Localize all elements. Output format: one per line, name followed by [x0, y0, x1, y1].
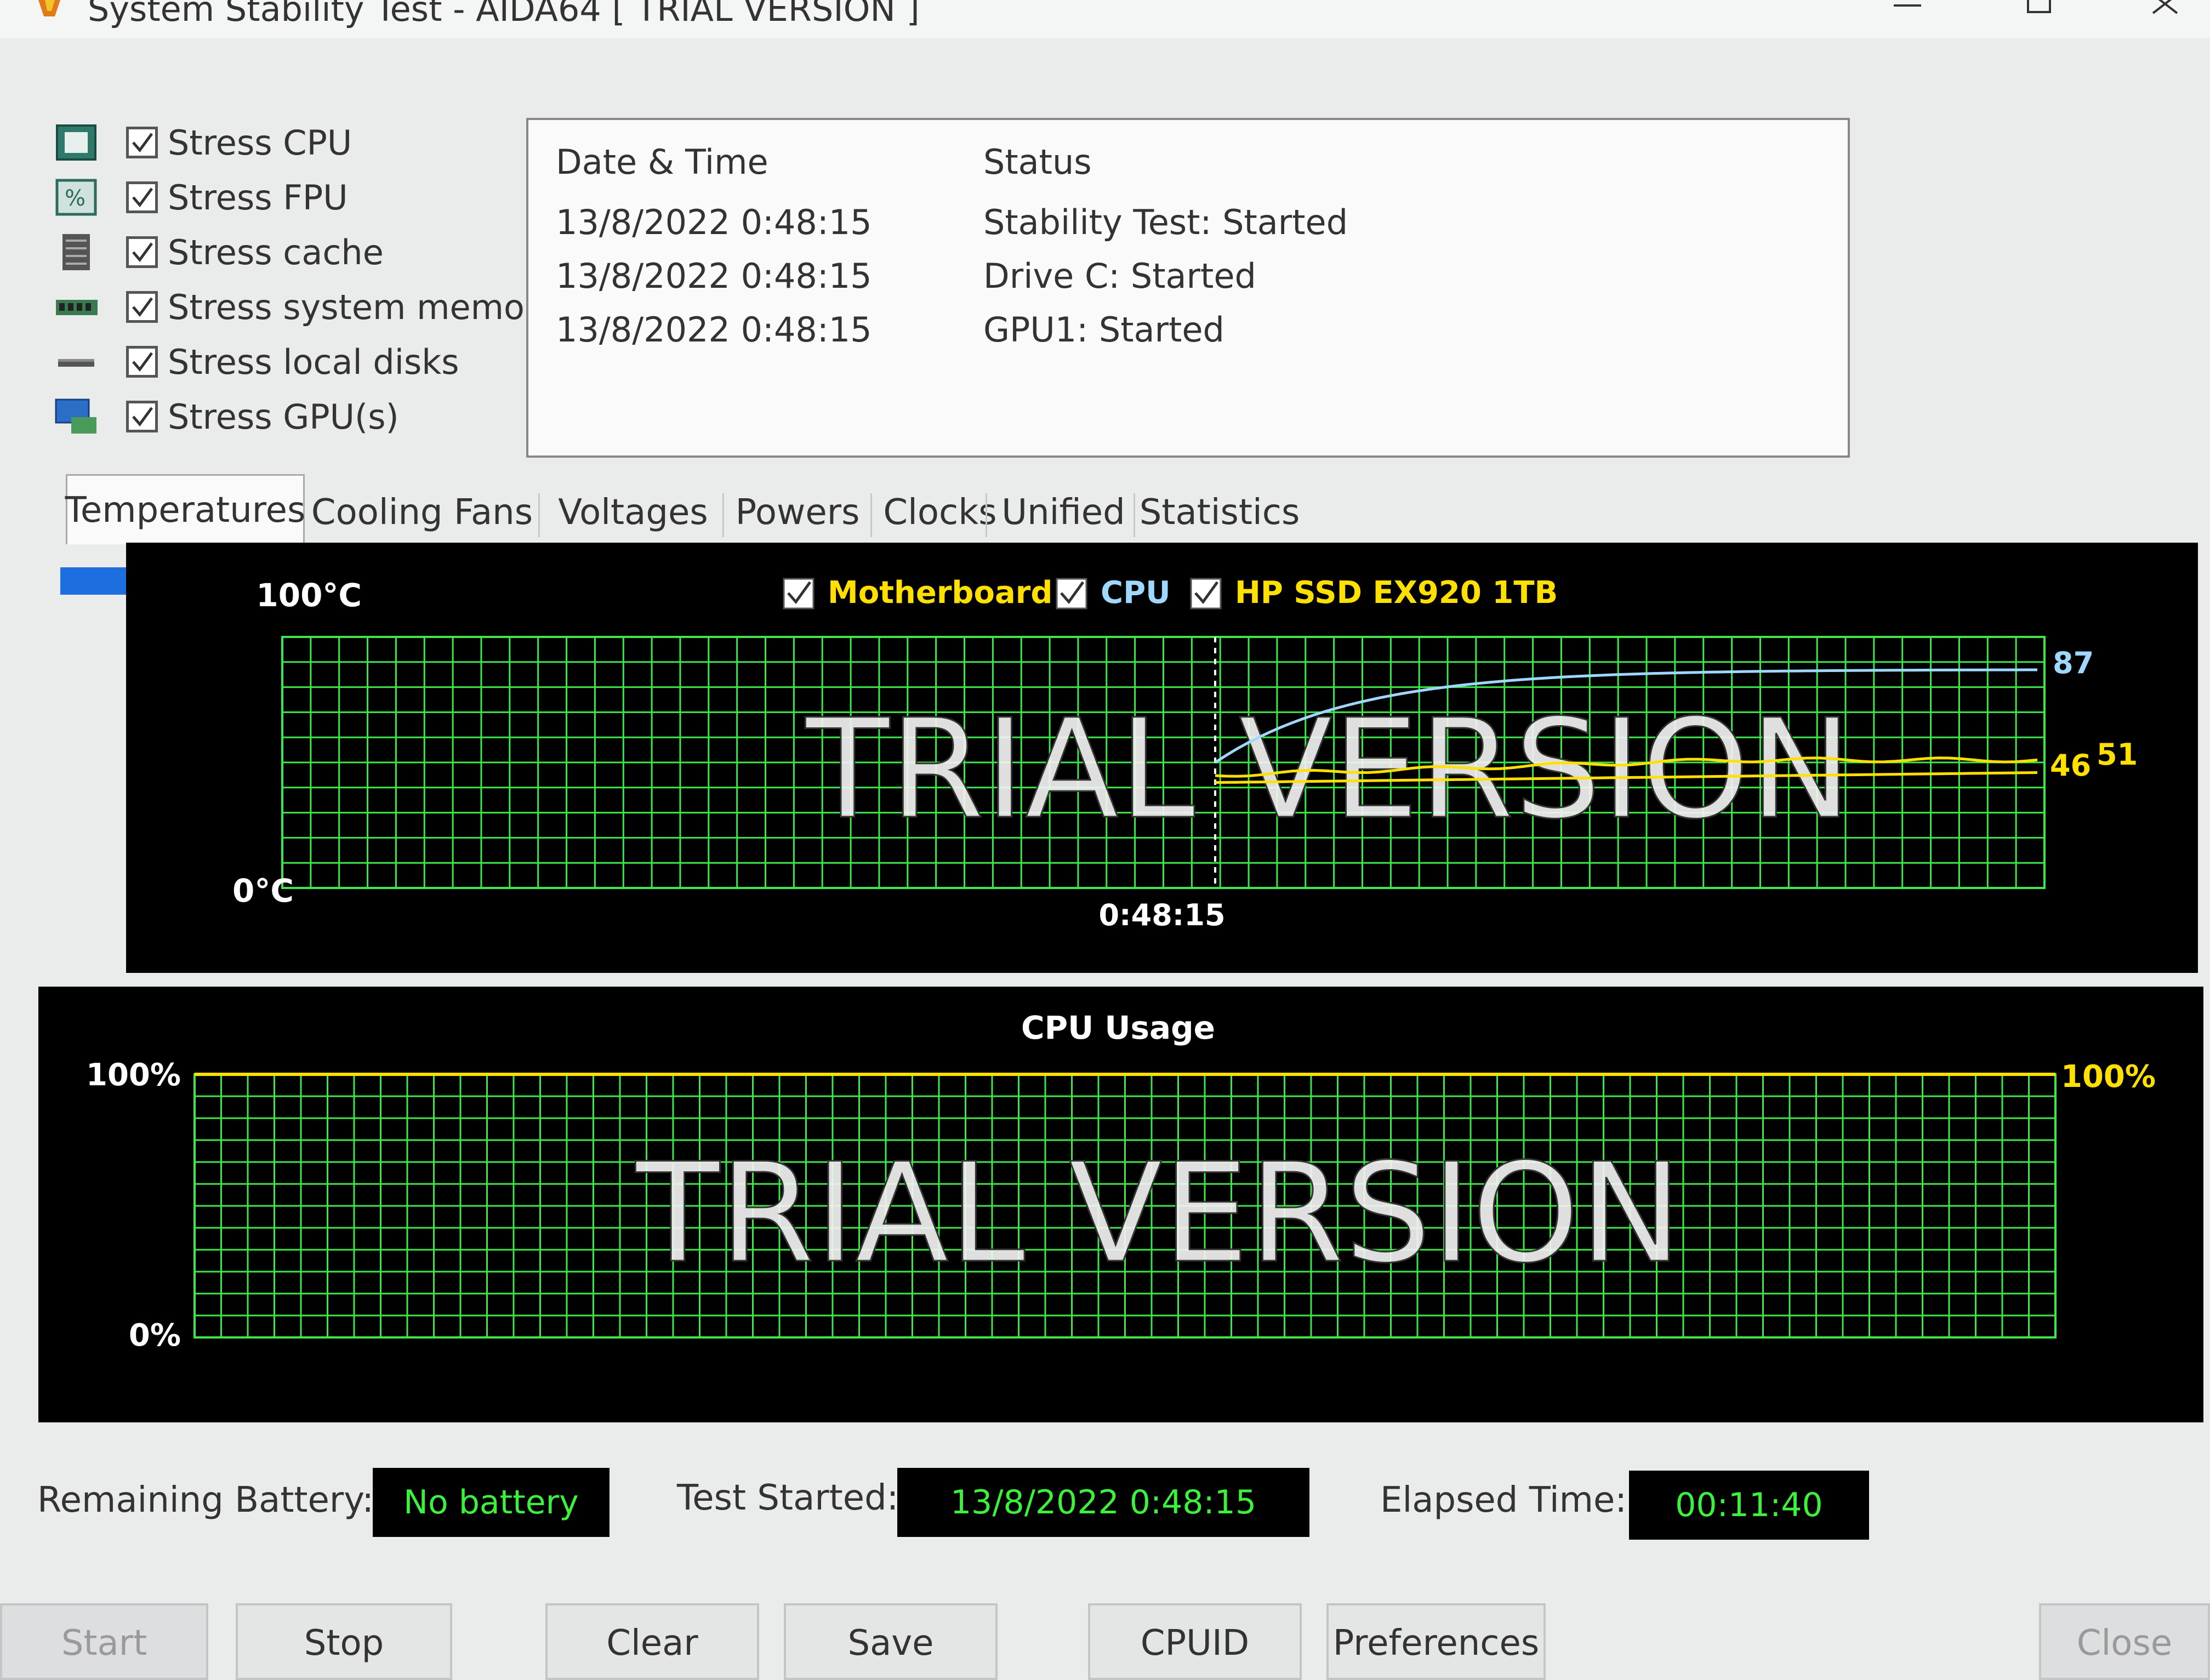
cpu-usage-chart: CPU Usage 100% 0% TRIAL VERSION 100%: [38, 987, 2203, 1422]
tab-bar: Temperatures Cooling Fans Voltages Power…: [65, 474, 1326, 544]
stress-disks-label: Stress local disks: [168, 341, 459, 382]
stress-cache-option[interactable]: Stress cache: [55, 227, 526, 277]
window-title: System Stability Test - AIDA64 [ TRIAL V…: [88, 0, 920, 29]
legend-ssd-label[interactable]: HP SSD EX920 1TB: [1235, 575, 1558, 611]
stress-fpu-label: Stress FPU: [168, 177, 348, 218]
tab-cooling-fans[interactable]: Cooling Fans: [311, 482, 533, 543]
stress-cpu-checkbox[interactable]: [126, 127, 158, 158]
stress-cpu-label: Stress CPU: [168, 122, 352, 163]
tab-powers[interactable]: Powers: [726, 482, 869, 543]
stress-memory-option[interactable]: Stress system memory: [55, 282, 559, 332]
temperature-legend: Motherboard CPU HP SSD EX920 1TB: [783, 575, 1558, 611]
log-row-datetime: 13/8/2022 0:48:15: [556, 256, 872, 296]
aida64-flame-icon: [33, 0, 66, 27]
tab-separator: [1134, 493, 1135, 537]
ssd-end-value-label: 51: [2097, 737, 2138, 772]
log-row-status: Stability Test: Started: [983, 202, 1348, 242]
stress-fpu-option[interactable]: % Stress FPU: [55, 173, 526, 222]
tab-temperatures[interactable]: Temperatures: [65, 474, 305, 544]
close-button[interactable]: Close: [2039, 1603, 2210, 1680]
battery-value: No battery: [373, 1468, 610, 1537]
cpuid-button[interactable]: CPUID: [1088, 1603, 1302, 1680]
legend-cpu-label[interactable]: CPU: [1101, 575, 1171, 611]
stress-gpu-label: Stress GPU(s): [168, 396, 399, 437]
test-started-value: 13/8/2022 0:48:15: [897, 1468, 1309, 1537]
tab-separator: [986, 493, 987, 537]
stress-gpu-option[interactable]: Stress GPU(s): [55, 392, 526, 441]
stop-button[interactable]: Stop: [236, 1603, 452, 1680]
status-log-list[interactable]: Date & Time Status 13/8/2022 0:48:15 Sta…: [526, 118, 1850, 458]
start-button[interactable]: Start: [0, 1603, 208, 1680]
legend-motherboard-label[interactable]: Motherboard: [828, 575, 1052, 611]
motherboard-end-value-label: 46: [2050, 748, 2091, 783]
preferences-button[interactable]: Preferences: [1326, 1603, 1546, 1680]
elapsed-time-value: 00:11:40: [1629, 1471, 1869, 1540]
gpu-monitor-icon: [55, 397, 99, 436]
tab-side-indicator: [60, 567, 129, 595]
maximize-button[interactable]: [2023, 0, 2055, 16]
test-started-label: Test Started:: [677, 1478, 899, 1518]
cpu-chip-icon: [55, 123, 99, 162]
cpu-end-value-label: 87: [2053, 646, 2094, 680]
clear-button[interactable]: Clear: [545, 1603, 759, 1680]
log-header-datetime[interactable]: Date & Time: [556, 142, 768, 182]
cpu-y-min-label: 0%: [129, 1318, 181, 1353]
log-header-status[interactable]: Status: [983, 142, 1092, 182]
temperature-chart: 100°C 0°C 0:48:15 TRIAL VERSION Motherbo…: [126, 543, 2198, 973]
stress-cache-checkbox[interactable]: [126, 236, 158, 268]
stress-cache-label: Stress cache: [168, 232, 384, 272]
stress-gpu-checkbox[interactable]: [126, 401, 158, 432]
cpu-usage-title: CPU Usage: [1021, 1009, 1215, 1046]
cpu-y-max-label: 100%: [86, 1057, 181, 1093]
tab-clocks[interactable]: Clocks: [872, 482, 1009, 543]
stress-memory-checkbox[interactable]: [126, 291, 158, 323]
temp-y-max-label: 100°C: [256, 577, 362, 614]
fpu-percent-icon: %: [55, 178, 99, 217]
tab-statistics[interactable]: Statistics: [1137, 482, 1302, 543]
tab-separator: [722, 493, 724, 537]
svg-text:%: %: [65, 186, 86, 211]
temp-y-min-label: 0°C: [232, 872, 294, 909]
close-window-icon[interactable]: [2149, 0, 2181, 16]
stress-disks-checkbox[interactable]: [126, 346, 158, 378]
log-row-datetime: 13/8/2022 0:48:15: [556, 310, 872, 350]
tab-voltages[interactable]: Voltages: [545, 482, 721, 543]
stress-fpu-checkbox[interactable]: [126, 181, 158, 213]
cpu-usage-end-label: 100%: [2061, 1059, 2156, 1095]
elapsed-time-label: Elapsed Time:: [1380, 1480, 1627, 1520]
disk-icon: [55, 343, 99, 381]
log-row-status: GPU1: Started: [983, 310, 1224, 350]
stress-memory-label: Stress system memory: [168, 287, 559, 327]
minimize-button[interactable]: [1891, 0, 1924, 16]
trial-watermark: TRIAL VERSION: [635, 1134, 1682, 1293]
stress-cpu-option[interactable]: Stress CPU: [55, 118, 526, 167]
battery-label: Remaining Battery:: [37, 1480, 374, 1520]
temp-x-marker-label: 0:48:15: [1098, 898, 1225, 932]
memory-module-icon: [55, 288, 99, 326]
log-row-status: Drive C: Started: [983, 256, 1256, 296]
log-row-datetime: 13/8/2022 0:48:15: [556, 202, 872, 242]
tab-separator: [538, 493, 540, 537]
tab-unified[interactable]: Unified: [992, 482, 1135, 543]
save-button[interactable]: Save: [784, 1603, 998, 1680]
trial-watermark: TRIAL VERSION: [805, 690, 1852, 849]
stress-disks-option[interactable]: Stress local disks: [55, 337, 526, 386]
cache-icon: [55, 233, 99, 271]
